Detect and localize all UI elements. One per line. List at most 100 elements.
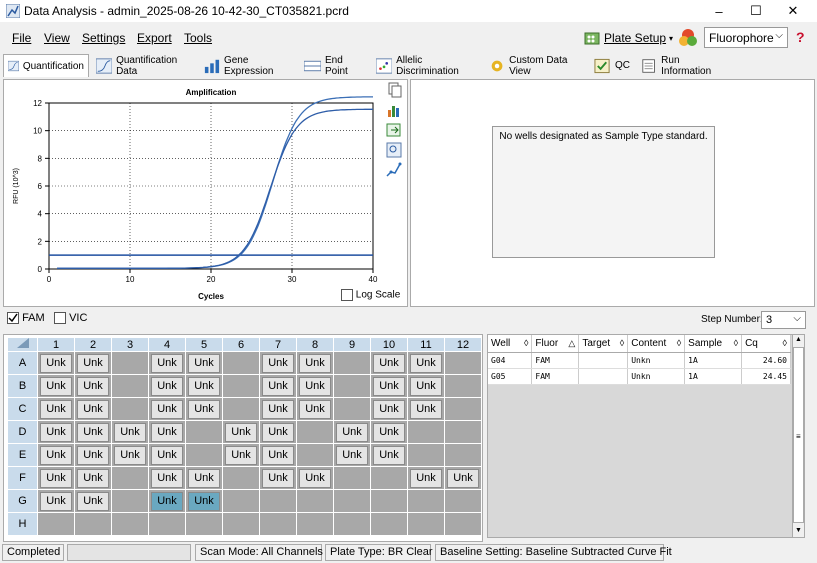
- tab-quantification[interactable]: Quantification: [3, 54, 89, 77]
- sort-icon[interactable]: △: [568, 338, 575, 349]
- column-header[interactable]: 5: [185, 337, 223, 352]
- plate-well[interactable]: [370, 466, 408, 490]
- tab-qc[interactable]: QC: [590, 54, 634, 77]
- column-header-target[interactable]: Target ◊: [578, 335, 629, 353]
- plate-well[interactable]: Unk: [37, 420, 75, 444]
- plate-well[interactable]: Unk: [333, 420, 371, 444]
- plate-well[interactable]: Unk: [74, 351, 112, 375]
- log-scale-toggle[interactable]: Log Scale: [341, 289, 400, 301]
- plate-well[interactable]: [444, 512, 482, 536]
- tab-custom-data-view[interactable]: Custom Data View: [485, 54, 587, 77]
- plate-well[interactable]: Unk: [74, 466, 112, 490]
- plate-well[interactable]: Unk: [407, 466, 445, 490]
- plate-well[interactable]: [333, 489, 371, 513]
- column-header[interactable]: 2: [74, 337, 112, 352]
- plate-well[interactable]: [333, 397, 371, 421]
- minimize-button[interactable]: –: [700, 0, 738, 22]
- plate-well[interactable]: Unk: [74, 443, 112, 467]
- plate-well[interactable]: [444, 374, 482, 398]
- tab-end-point[interactable]: End Point: [300, 54, 370, 77]
- plate-well[interactable]: [222, 351, 260, 375]
- plate-well[interactable]: Unk: [333, 443, 371, 467]
- plate-well[interactable]: [296, 443, 334, 467]
- plate-well[interactable]: Unk: [74, 397, 112, 421]
- plate-well[interactable]: Unk: [370, 443, 408, 467]
- plate-well[interactable]: [259, 512, 297, 536]
- plate-well[interactable]: Unk: [74, 374, 112, 398]
- plate-well[interactable]: [333, 374, 371, 398]
- plate-well[interactable]: [333, 466, 371, 490]
- plate-well[interactable]: [111, 489, 149, 513]
- plate-well[interactable]: [111, 466, 149, 490]
- sort-icon[interactable]: ◊: [734, 338, 738, 348]
- fluorophore-select[interactable]: Fluorophore ⌵: [704, 27, 788, 48]
- row-header[interactable]: D: [7, 420, 38, 444]
- plate-well[interactable]: Unk: [259, 351, 297, 375]
- amplification-chart[interactable]: Amplification 0 2 4 6 8 10 12 0 10 20 30 40 Cycles RFU…: [4, 80, 384, 306]
- plate-well[interactable]: Unk: [259, 374, 297, 398]
- plate-well[interactable]: [148, 512, 186, 536]
- plate-well[interactable]: [222, 489, 260, 513]
- fam-checkbox[interactable]: [7, 312, 19, 325]
- plate-corner[interactable]: [7, 337, 38, 352]
- plate-well[interactable]: [333, 351, 371, 375]
- plate-well[interactable]: Unk: [148, 420, 186, 444]
- column-header[interactable]: 11: [407, 337, 445, 352]
- plate-well[interactable]: Unk: [185, 374, 223, 398]
- column-header[interactable]: 4: [148, 337, 186, 352]
- plate-well[interactable]: [222, 512, 260, 536]
- column-header[interactable]: 6: [222, 337, 260, 352]
- plate-well[interactable]: Unk: [185, 466, 223, 490]
- plate-well[interactable]: [222, 374, 260, 398]
- plate-well[interactable]: [222, 466, 260, 490]
- row-header[interactable]: G: [7, 489, 38, 513]
- tab-quantification-data[interactable]: Quantification Data: [92, 54, 196, 77]
- plate-well[interactable]: [296, 489, 334, 513]
- plate-well[interactable]: Unk: [148, 397, 186, 421]
- column-header[interactable]: 7: [259, 337, 297, 352]
- column-header-fluor[interactable]: Fluor △: [531, 335, 580, 353]
- tab-run-information[interactable]: Run Information: [637, 54, 729, 77]
- column-header[interactable]: 12: [444, 337, 482, 352]
- help-button[interactable]: ?: [796, 29, 805, 45]
- table-row[interactable]: G05 FAM Unkn 1A 24.45: [488, 368, 791, 385]
- plate-well[interactable]: Unk: [185, 397, 223, 421]
- plate-well[interactable]: Unk: [148, 351, 186, 375]
- plate-well[interactable]: Unk: [296, 397, 334, 421]
- plate-well[interactable]: [111, 351, 149, 375]
- well-table-scrollbar[interactable]: ▲ ≡ ▼: [792, 334, 805, 538]
- plate-well[interactable]: Unk: [185, 351, 223, 375]
- plate-well[interactable]: Unk: [111, 443, 149, 467]
- plate-well[interactable]: Unk: [222, 443, 260, 467]
- row-header[interactable]: B: [7, 374, 38, 398]
- dye-icon[interactable]: [677, 27, 699, 49]
- plate-well[interactable]: Unk: [148, 374, 186, 398]
- plate-well[interactable]: [222, 397, 260, 421]
- plate-well[interactable]: Unk: [74, 420, 112, 444]
- plate-well[interactable]: [185, 512, 223, 536]
- fam-toggle[interactable]: FAM: [7, 312, 45, 325]
- close-button[interactable]: ✕: [774, 0, 812, 22]
- plate-well[interactable]: [111, 397, 149, 421]
- scroll-thumb[interactable]: ≡: [793, 347, 804, 523]
- plate-well[interactable]: [407, 512, 445, 536]
- table-row[interactable]: G04 FAM Unkn 1A 24.60: [488, 352, 791, 369]
- plate-well[interactable]: Unk: [407, 374, 445, 398]
- plate-well[interactable]: [296, 420, 334, 444]
- plate-well[interactable]: Unk: [74, 489, 112, 513]
- plate-well[interactable]: Unk: [148, 489, 186, 513]
- scroll-down-icon[interactable]: ▼: [794, 527, 803, 536]
- plate-well[interactable]: Unk: [296, 374, 334, 398]
- plate-well[interactable]: [74, 512, 112, 536]
- plate-well[interactable]: [407, 420, 445, 444]
- sort-icon[interactable]: ◊: [524, 338, 528, 348]
- plate-well[interactable]: [111, 374, 149, 398]
- plate-well[interactable]: Unk: [185, 489, 223, 513]
- plate-well[interactable]: Unk: [148, 466, 186, 490]
- menu-view[interactable]: View: [44, 31, 70, 45]
- row-header[interactable]: F: [7, 466, 38, 490]
- plate-well[interactable]: [444, 489, 482, 513]
- menu-settings[interactable]: Settings: [82, 31, 125, 45]
- plate-well[interactable]: [111, 512, 149, 536]
- plate-well[interactable]: Unk: [444, 466, 482, 490]
